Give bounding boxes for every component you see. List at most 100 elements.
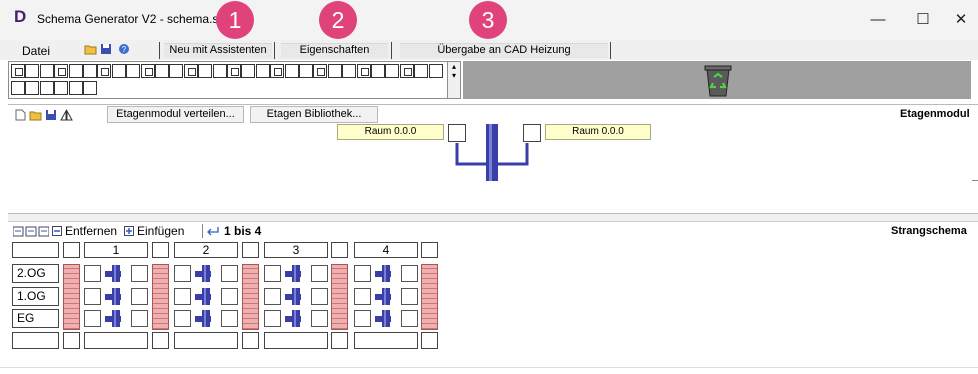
close-button[interactable]: ✕: [946, 4, 976, 34]
floor-label[interactable]: 2.OG: [12, 264, 59, 283]
menu-file[interactable]: Datei: [22, 44, 50, 58]
remove-icon[interactable]: [52, 226, 62, 236]
palette-symbol-button[interactable]: [327, 64, 342, 78]
palette-symbol-button[interactable]: [68, 64, 83, 78]
palette-symbol-button[interactable]: [155, 64, 169, 78]
column-header[interactable]: 2: [174, 242, 238, 258]
palette-symbol-button[interactable]: [111, 64, 126, 78]
palette-symbol-button[interactable]: [11, 64, 25, 78]
radiator-cell-left[interactable]: [354, 288, 371, 305]
riser-pipe-icon[interactable]: [375, 288, 391, 305]
palette-symbol-button[interactable]: [212, 64, 227, 78]
palette-symbol-button[interactable]: [399, 64, 414, 78]
palette-symbol-button[interactable]: [39, 81, 54, 95]
radiator-cell-right[interactable]: [221, 288, 238, 305]
riser-pipe-icon[interactable]: [105, 288, 121, 305]
palette-symbol-button[interactable]: [140, 64, 155, 78]
new-file-icon[interactable]: [14, 109, 26, 121]
palette-symbol-button[interactable]: [68, 81, 83, 95]
radiator-cell-left[interactable]: [84, 265, 101, 282]
tab-new-with-assistant[interactable]: Neu mit Assistenten: [164, 43, 272, 58]
floor-label[interactable]: EG: [12, 309, 59, 328]
tab-cad-transfer[interactable]: Übergabe an CAD Heizung: [400, 43, 608, 58]
radiator-cell-right[interactable]: [131, 265, 148, 282]
radiator-cell-right[interactable]: [131, 288, 148, 305]
radiator-cell-right[interactable]: [131, 310, 148, 327]
room-label-left[interactable]: Raum 0.0.0: [337, 124, 444, 140]
room-label-right[interactable]: Raum 0.0.0: [545, 124, 651, 140]
column-header[interactable]: 1: [84, 242, 148, 258]
radiator-cell-right[interactable]: [311, 265, 328, 282]
palette-symbol-button[interactable]: [126, 64, 141, 78]
radiator-cell-left[interactable]: [264, 310, 281, 327]
radiator-cell-left[interactable]: [174, 265, 191, 282]
insert-icon[interactable]: [124, 226, 134, 236]
riser-pipe-icon[interactable]: [285, 288, 301, 305]
radiator-cell-left[interactable]: [264, 288, 281, 305]
palette-symbol-button[interactable]: [385, 64, 400, 78]
palette-symbol-button[interactable]: [227, 64, 241, 78]
palette-symbol-button[interactable]: [241, 64, 256, 78]
maximize-button[interactable]: ☐: [901, 4, 945, 34]
palette-symbol-button[interactable]: [83, 64, 97, 78]
riser-pipe-icon[interactable]: [195, 265, 211, 282]
palette-symbol-button[interactable]: [356, 64, 371, 78]
minimize-button[interactable]: —: [856, 4, 900, 34]
insert-label[interactable]: Einfügen: [137, 224, 184, 238]
column-tools-icon[interactable]: [13, 226, 49, 237]
radiator-cell-left[interactable]: [354, 310, 371, 327]
riser-pipe-icon[interactable]: [375, 265, 391, 282]
radiator-cell-left[interactable]: [174, 310, 191, 327]
panel-splitter[interactable]: [8, 214, 978, 222]
riser-pipe-icon[interactable]: [285, 310, 301, 327]
open-folder-icon[interactable]: [84, 43, 98, 55]
radiator-cell-right[interactable]: [401, 265, 418, 282]
palette-symbol-button[interactable]: [342, 64, 357, 78]
save-icon[interactable]: [45, 109, 57, 121]
palette-symbol-button[interactable]: [428, 64, 443, 78]
palette-symbol-button[interactable]: [198, 64, 213, 78]
palette-symbol-button[interactable]: [54, 81, 69, 95]
radiator-cell-right[interactable]: [221, 310, 238, 327]
palette-symbol-button[interactable]: [299, 64, 313, 78]
riser-pipe-icon[interactable]: [105, 265, 121, 282]
palette-symbol-button[interactable]: [284, 64, 299, 78]
palette-symbol-button[interactable]: [54, 64, 69, 78]
palette-symbol-button[interactable]: [183, 64, 198, 78]
radiator-cell-right[interactable]: [221, 265, 238, 282]
mirror-icon[interactable]: [60, 109, 73, 121]
palette-symbol-button[interactable]: [371, 64, 385, 78]
column-header[interactable]: 3: [264, 242, 328, 258]
radiator-cell-right[interactable]: [401, 310, 418, 327]
floor-library-button[interactable]: Etagen Bibliothek...: [250, 106, 378, 123]
palette-symbol-button[interactable]: [11, 81, 25, 95]
riser-pipe-icon[interactable]: [375, 310, 391, 327]
radiator-cell-right[interactable]: [311, 288, 328, 305]
palette-symbol-button[interactable]: [97, 64, 112, 78]
radiator-cell-left[interactable]: [354, 265, 371, 282]
save-icon[interactable]: [100, 43, 112, 55]
palette-symbol-button[interactable]: [169, 64, 184, 78]
recycle-bin-icon[interactable]: [703, 63, 733, 97]
palette-symbol-button[interactable]: [39, 64, 54, 78]
radiator-cell-left[interactable]: [84, 310, 101, 327]
riser-pipe-icon[interactable]: [105, 310, 121, 327]
column-header[interactable]: 4: [354, 242, 418, 258]
radiator-cell-right[interactable]: [311, 310, 328, 327]
palette-symbol-button[interactable]: [414, 64, 429, 78]
help-icon[interactable]: ?: [118, 43, 130, 55]
palette-scrollbar[interactable]: ▴ ▾: [447, 61, 461, 99]
palette-symbol-button[interactable]: [313, 64, 328, 78]
palette-symbol-button[interactable]: [25, 64, 40, 78]
tab-properties[interactable]: Eigenschaften: [281, 43, 388, 58]
remove-label[interactable]: Entfernen: [65, 224, 117, 238]
distribute-module-button[interactable]: Etagenmodul verteilen...: [107, 106, 244, 123]
radiator-cell-left[interactable]: [174, 288, 191, 305]
riser-pipe-icon[interactable]: [285, 265, 301, 282]
floor-label[interactable]: 1.OG: [12, 287, 59, 306]
palette-symbol-button[interactable]: [270, 64, 285, 78]
palette-symbol-button[interactable]: [83, 81, 97, 95]
riser-pipe-icon[interactable]: [195, 310, 211, 327]
open-folder-icon[interactable]: [29, 109, 42, 121]
radiator-cell-left[interactable]: [84, 288, 101, 305]
